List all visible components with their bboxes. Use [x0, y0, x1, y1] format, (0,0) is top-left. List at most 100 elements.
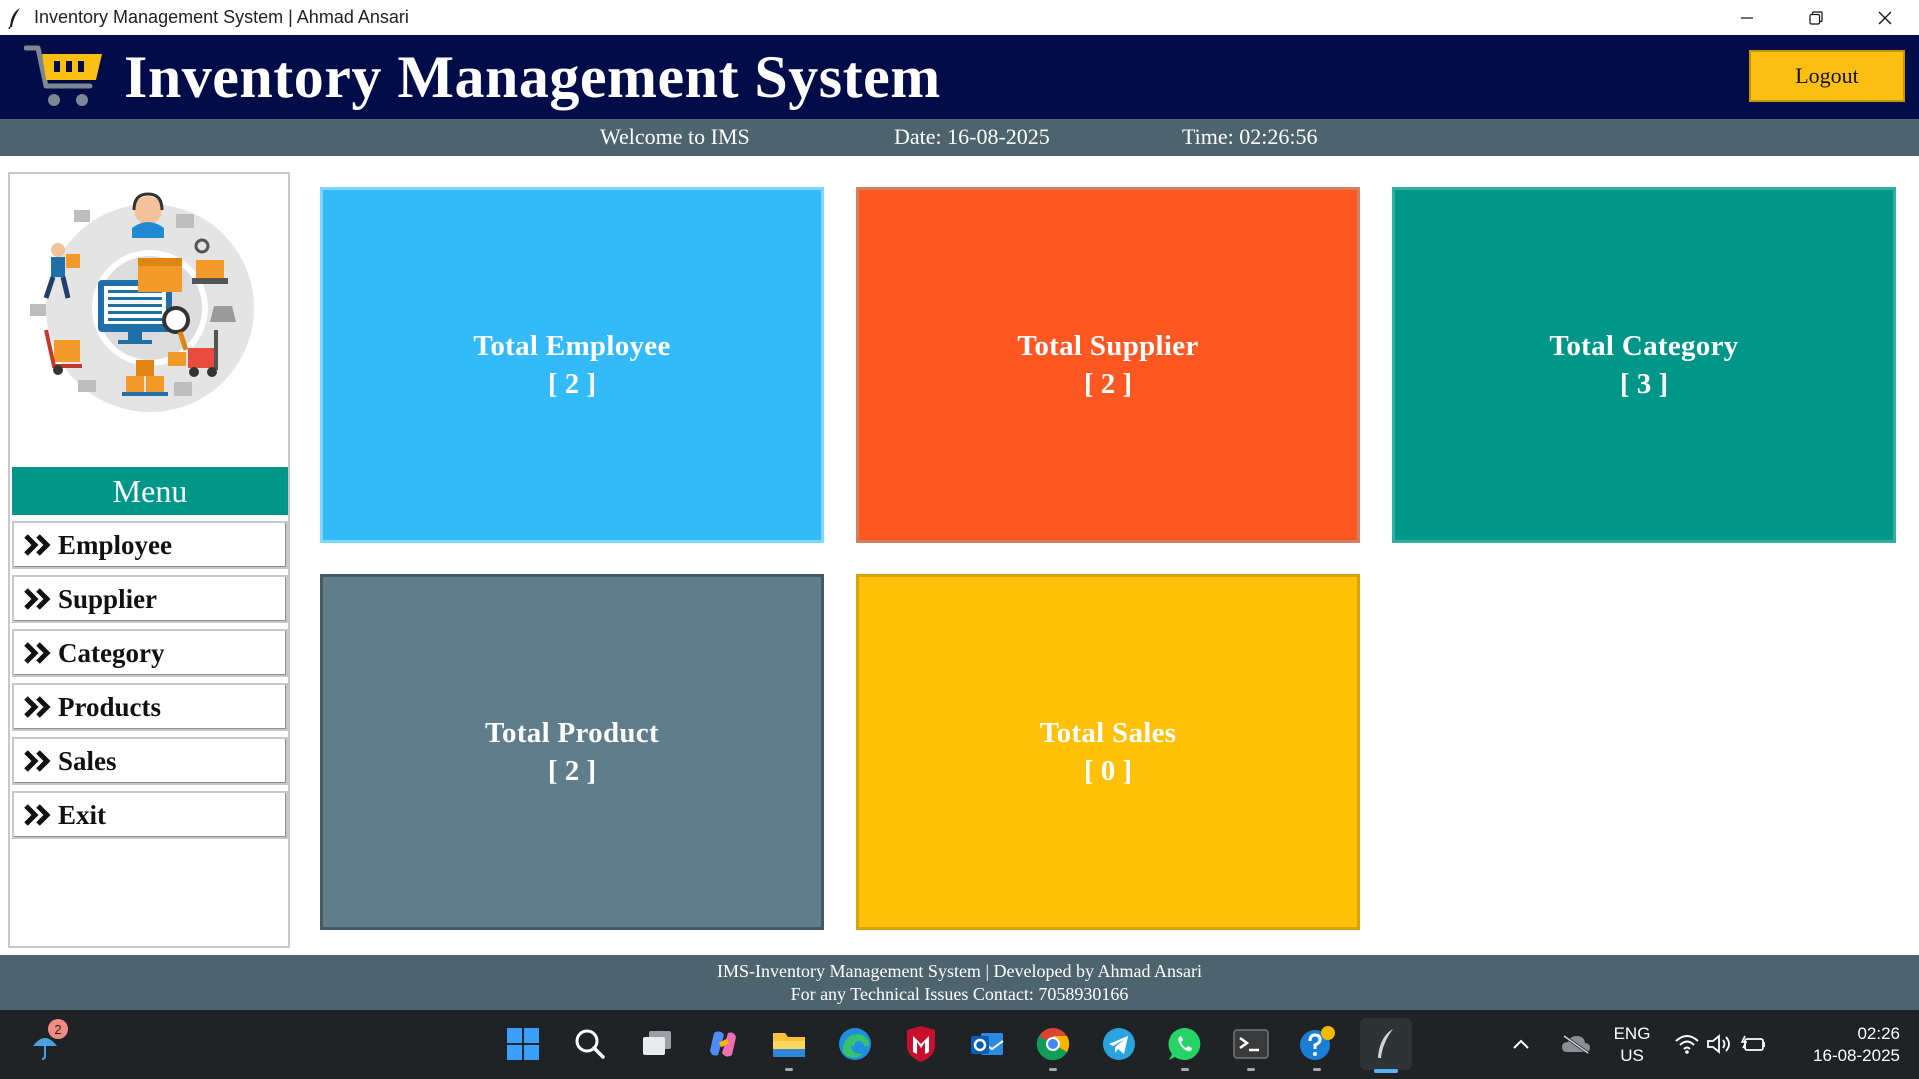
menu-item-exit[interactable]: Exit	[12, 791, 288, 839]
file-explorer-button[interactable]	[768, 1023, 810, 1071]
tile-label: Total Product	[485, 717, 659, 749]
window-titlebar: Inventory Management System | Ahmad Ansa…	[0, 0, 1919, 35]
tile-total-sales: Total Sales [ 0 ]	[856, 574, 1360, 930]
menu-item-employee[interactable]: Employee	[12, 521, 288, 569]
search-button[interactable]	[569, 1023, 611, 1065]
chevron-up-icon	[1513, 1039, 1529, 1049]
show-hidden-icons-button[interactable]	[1506, 1023, 1536, 1065]
menu-item-label: Products	[58, 691, 162, 722]
info-bar: Welcome to IMS Date: 16-08-2025 Time: 02…	[0, 119, 1919, 156]
footer-credits: IMS-Inventory Management System | Develo…	[716, 961, 1202, 981]
app-title: Inventory Management System	[124, 44, 941, 110]
wifi-icon	[1675, 1035, 1699, 1054]
app-header: Inventory Management System Logout	[0, 35, 1919, 119]
chrome-icon	[1036, 1028, 1070, 1061]
tile-total-supplier: Total Supplier [ 2 ]	[856, 187, 1360, 543]
menu-item-products[interactable]: Products	[12, 683, 288, 731]
double-chevron-right-icon	[24, 750, 51, 772]
menu-item-supplier[interactable]: Supplier	[12, 575, 288, 623]
restore-button[interactable]	[1781, 0, 1850, 35]
language-text: ENG	[1613, 1024, 1651, 1043]
mcafee-button[interactable]	[900, 1023, 942, 1065]
menu-item-label: Exit	[58, 799, 107, 830]
tile-label: Total Supplier	[1017, 330, 1199, 362]
outlook-icon	[971, 1033, 1004, 1055]
logout-button[interactable]: Logout	[1749, 50, 1905, 102]
app-footer: IMS-Inventory Management System | Develo…	[0, 955, 1919, 1010]
tile-total-employee: Total Employee [ 2 ]	[320, 187, 824, 543]
help-icon	[1300, 1026, 1335, 1060]
edge-button[interactable]	[834, 1023, 876, 1065]
edge-icon	[839, 1028, 871, 1060]
footer-contact: For any Technical Issues Contact: 705893…	[790, 984, 1129, 1004]
search-icon	[575, 1029, 605, 1059]
task-view-button[interactable]	[636, 1023, 678, 1065]
tile-count: [ 2 ]	[547, 368, 597, 400]
telegram-icon	[1103, 1028, 1135, 1060]
quick-settings-button[interactable]	[1672, 1023, 1768, 1065]
weather-badge: 2	[48, 1019, 68, 1039]
menu-item-category[interactable]: Category	[12, 629, 288, 677]
telegram-button[interactable]	[1098, 1023, 1140, 1065]
cloud-offline-icon	[1562, 1034, 1590, 1054]
date-text: Date: 16-08-2025	[894, 124, 1050, 149]
menu-item-label: Sales	[58, 745, 117, 776]
chrome-button[interactable]	[1032, 1023, 1074, 1071]
tile-count: [ 0 ]	[1083, 755, 1133, 787]
tile-label: Total Employee	[473, 330, 671, 362]
clock-date: 16-08-2025	[1813, 1046, 1900, 1065]
minimize-icon	[1740, 16, 1753, 19]
tile-count: [ 2 ]	[547, 755, 597, 787]
shopping-cart-icon	[24, 45, 102, 106]
region-text: US	[1620, 1046, 1644, 1065]
clock-time: 02:26	[1857, 1024, 1900, 1043]
outlook-button[interactable]	[966, 1023, 1008, 1065]
terminal-button[interactable]	[1230, 1023, 1272, 1071]
task-view-icon	[643, 1031, 671, 1055]
clock[interactable]: 02:26 16-08-2025	[1790, 1023, 1900, 1067]
double-chevron-right-icon	[24, 642, 51, 664]
menu-item-sales[interactable]: Sales	[12, 737, 288, 785]
feather-app-icon	[1378, 1029, 1393, 1058]
feather-icon	[8, 7, 26, 29]
side-menu: Menu Employee Supplier Category Products…	[8, 172, 290, 948]
close-icon	[1878, 11, 1891, 24]
taskbar: 2 ENG US 02:26 16-08-2025	[0, 1010, 1919, 1079]
mcafee-icon	[907, 1026, 935, 1062]
battery-charging-icon	[1740, 1035, 1765, 1051]
minimize-button[interactable]	[1712, 0, 1781, 35]
tile-total-category: Total Category [ 3 ]	[1392, 187, 1896, 543]
double-chevron-right-icon	[24, 696, 51, 718]
double-chevron-right-icon	[24, 588, 51, 610]
menu-item-label: Employee	[58, 529, 172, 560]
terminal-icon	[1233, 1029, 1269, 1059]
onedrive-button[interactable]	[1556, 1023, 1596, 1065]
close-button[interactable]	[1850, 0, 1919, 35]
windows-start-icon	[507, 1028, 539, 1060]
restore-icon	[1808, 10, 1823, 25]
get-help-button[interactable]	[1296, 1023, 1338, 1071]
file-explorer-icon	[773, 1033, 805, 1057]
menu-title: Menu	[12, 467, 288, 515]
weather-widget[interactable]: 2	[24, 1019, 68, 1065]
double-chevron-right-icon	[24, 804, 51, 826]
double-chevron-right-icon	[24, 534, 51, 556]
tile-label: Total Category	[1549, 330, 1739, 362]
tile-count: [ 3 ]	[1619, 368, 1669, 400]
tile-label: Total Sales	[1039, 717, 1177, 749]
ims-app-button[interactable]	[1360, 1018, 1412, 1073]
window-title: Inventory Management System | Ahmad Ansa…	[34, 7, 409, 27]
menu-item-label: Supplier	[58, 583, 158, 614]
volume-icon	[1707, 1034, 1730, 1054]
time-text: Time: 02:26:56	[1182, 124, 1318, 149]
menu-item-label: Category	[58, 637, 165, 668]
copilot-icon	[710, 1031, 736, 1057]
tile-count: [ 2 ]	[1083, 368, 1133, 400]
windows-start-button[interactable]	[502, 1023, 544, 1065]
input-language-indicator[interactable]: ENG US	[1612, 1023, 1652, 1067]
tile-total-product: Total Product [ 2 ]	[320, 574, 824, 930]
welcome-text: Welcome to IMS	[600, 124, 750, 149]
inventory-logo-illustration	[30, 192, 254, 412]
whatsapp-button[interactable]	[1164, 1023, 1206, 1071]
copilot-button[interactable]	[702, 1023, 744, 1065]
